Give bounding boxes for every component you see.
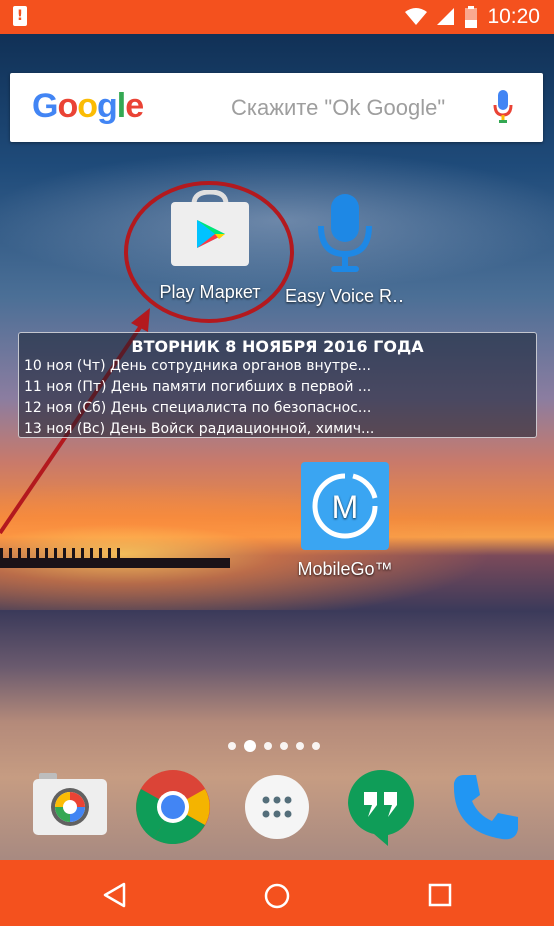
status-bar: ! 10:20: [0, 0, 554, 34]
app-mobilego[interactable]: M MobileGo™: [285, 462, 405, 580]
page-dot-active[interactable]: [244, 740, 256, 752]
page-dot[interactable]: [228, 742, 236, 750]
app-easy-voice[interactable]: Easy Voice R‥: [282, 192, 407, 307]
google-logo: Google: [32, 87, 144, 125]
page-indicator: [228, 740, 320, 752]
camera-icon[interactable]: [33, 773, 107, 837]
recents-button[interactable]: [428, 883, 452, 907]
widget-title: ВТОРНИК 8 НОЯБРЯ 2016 ГОДА: [131, 337, 424, 356]
event-row[interactable]: 12 ноя (Сб) День специалиста по безопасн…: [24, 398, 536, 419]
hangouts-icon[interactable]: [348, 770, 414, 846]
page-dot[interactable]: [264, 742, 272, 750]
page-dot[interactable]: [280, 742, 288, 750]
event-row[interactable]: 10 ноя (Чт) День сотрудника органов внут…: [24, 356, 536, 377]
mobilego-icon: M: [301, 462, 389, 550]
alert-icon: !: [13, 6, 27, 26]
calendar-widget[interactable]: ВТОРНИК 8 НОЯБРЯ 2016 ГОДА 10 ноя (Чт) Д…: [18, 332, 537, 438]
wifi-icon: [405, 8, 428, 25]
mic-icon[interactable]: [493, 90, 513, 124]
page-dot[interactable]: [296, 742, 304, 750]
back-button[interactable]: [102, 882, 128, 908]
signal-icon: [437, 8, 455, 25]
home-screen: ! 10:20 Google Скажите "Ok Google" Play …: [0, 0, 554, 926]
search-hint: Скажите "Ok Google": [231, 95, 446, 120]
home-button[interactable]: [263, 882, 291, 910]
svg-text:M: M: [332, 489, 359, 525]
navigation-bar: [0, 860, 554, 926]
app-drawer-icon[interactable]: [245, 775, 309, 839]
app-label: MobileGo™: [297, 559, 393, 579]
status-time: 10:20: [487, 5, 540, 28]
event-row[interactable]: 13 ноя (Вс) День Войск радиационной, хим…: [24, 419, 536, 437]
phone-icon[interactable]: [450, 773, 520, 843]
google-search-bar[interactable]: Google Скажите "Ok Google": [10, 73, 543, 142]
app-label: Easy Voice R‥: [284, 286, 405, 306]
battery-icon: [465, 6, 478, 28]
annotation-circle: [124, 181, 294, 323]
event-row[interactable]: 11 ноя (Пт) День памяти погибших в перво…: [24, 377, 536, 398]
page-dot[interactable]: [312, 742, 320, 750]
chrome-icon[interactable]: [136, 770, 210, 844]
microphone-icon: [317, 194, 372, 272]
